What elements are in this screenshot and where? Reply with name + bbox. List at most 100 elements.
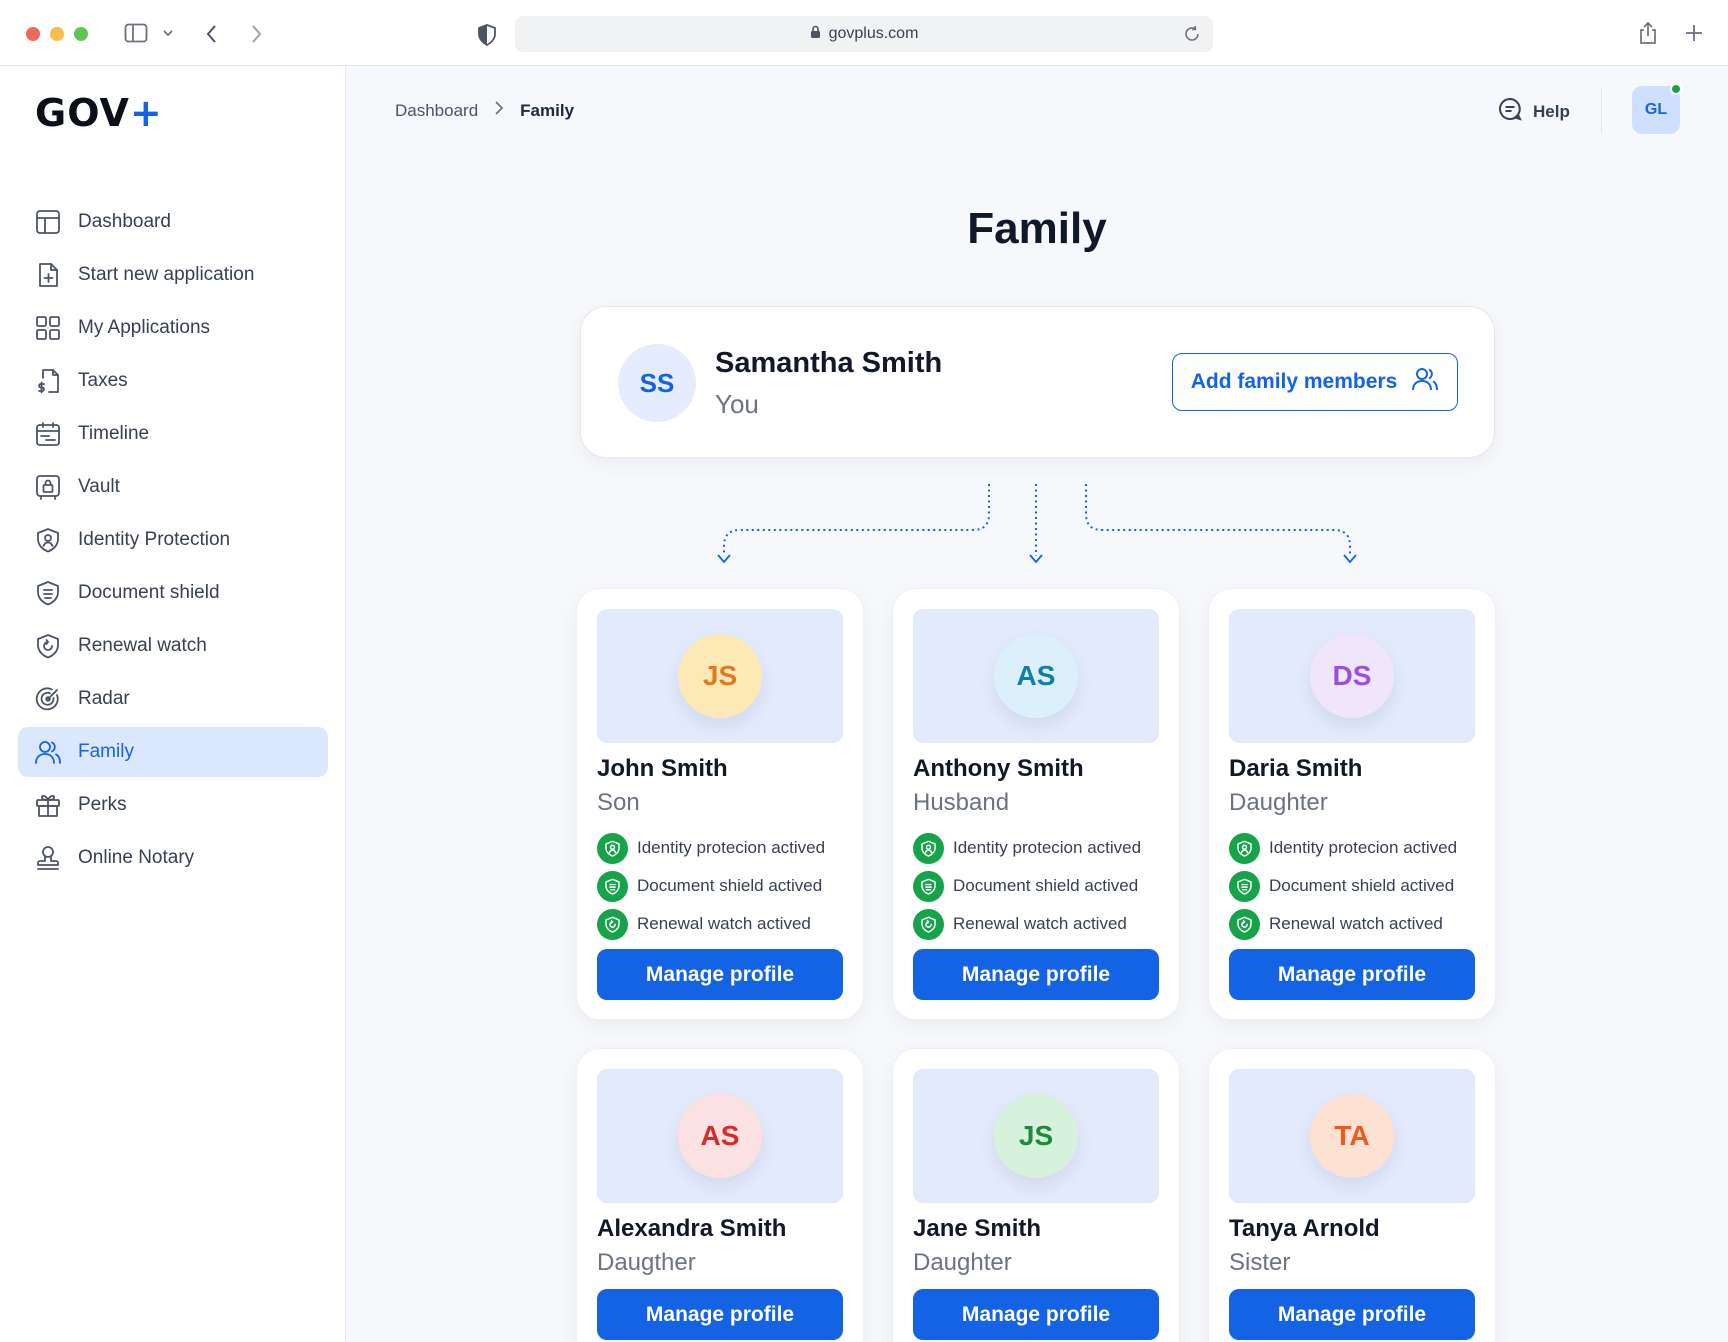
status-label: Document shield actived <box>1269 876 1455 895</box>
family-member-card: DS Daria Smith Daughter Identity protecion … <box>1208 588 1496 1020</box>
arrow-down-icon <box>717 554 731 564</box>
family-member-card: JS John Smith Son Identity protecion active… <box>576 588 864 1020</box>
connector-left <box>723 484 990 556</box>
protection-status-list: Identity protecion actived Document shiel… <box>913 829 1141 943</box>
sidebar-item-timeline[interactable]: Timeline <box>18 409 328 459</box>
lock-icon <box>810 25 821 44</box>
manage-profile-button[interactable]: Manage profile <box>913 949 1159 1000</box>
brand-name: GOV <box>35 91 130 135</box>
manage-profile-button[interactable]: Manage profile <box>1229 949 1475 1000</box>
status-label: Identity protecion actived <box>637 838 826 857</box>
identity-protection-icon <box>913 832 944 864</box>
renewal-shield-icon <box>34 632 62 660</box>
document-shield-icon <box>1229 870 1260 902</box>
status-label: Renewal watch actived <box>637 914 811 933</box>
govplus-logo[interactable]: GOV+ <box>35 91 163 135</box>
reload-icon[interactable] <box>1183 25 1201 48</box>
status-item: Identity protecion actived <box>597 829 825 867</box>
add-family-members-button[interactable]: Add family members <box>1172 353 1458 411</box>
radar-icon <box>34 685 62 713</box>
primary-member-card: SS Samantha Smith You Add family members <box>580 306 1495 458</box>
family-member-card: AS Anthony Smith Husband Identity protecion… <box>892 588 1180 1020</box>
renewal-watch-icon <box>1229 908 1260 940</box>
manage-profile-button[interactable]: Manage profile <box>597 949 843 1000</box>
sidebar-item-taxes[interactable]: Taxes <box>18 356 328 406</box>
status-label: Identity protecion actived <box>1269 838 1458 857</box>
member-avatar: TA <box>1310 1094 1394 1178</box>
sidebar-item-label: Vault <box>78 476 120 497</box>
arrow-down-icon <box>1029 554 1043 564</box>
sidebar-item-label: Identity Protection <box>78 529 231 550</box>
document-shield-icon <box>34 579 62 607</box>
identity-shield-icon <box>34 526 62 554</box>
shield-icon[interactable] <box>477 24 497 46</box>
minimize-window-button[interactable] <box>50 27 64 41</box>
member-role: Daughter <box>913 1249 1012 1276</box>
share-icon[interactable] <box>1638 21 1658 45</box>
sidebar-item-label: Online Notary <box>78 847 195 868</box>
document-shield-icon <box>597 870 628 902</box>
member-role: Daughter <box>1229 789 1328 816</box>
sidebar-item-vault[interactable]: Vault <box>18 462 328 512</box>
breadcrumb-current: Family <box>520 100 575 120</box>
member-avatar-banner: DS <box>1229 609 1475 743</box>
member-role: Daugther <box>597 1249 696 1276</box>
help-chat-icon <box>1497 96 1523 127</box>
member-avatar: DS <box>1310 634 1394 718</box>
browser-toolbar: govplus.com <box>0 0 1728 66</box>
sidebar-item-label: Family <box>78 741 134 762</box>
member-avatar: JS <box>994 1094 1078 1178</box>
forward-icon[interactable] <box>249 23 263 45</box>
sidebar-item-label: Taxes <box>78 370 128 391</box>
new-tab-icon[interactable] <box>1685 24 1703 42</box>
status-item: Renewal watch actived <box>913 905 1141 943</box>
sidebar-item-online-notary[interactable]: Online Notary <box>18 833 328 883</box>
status-label: Document shield actived <box>637 876 823 895</box>
primary-member-name: Samantha Smith <box>715 347 943 379</box>
sidebar-item-start-new-application[interactable]: Start new application <box>18 250 328 300</box>
member-avatar-banner: AS <box>913 609 1159 743</box>
family-icon <box>34 738 62 766</box>
sidebar-toggle-icon[interactable] <box>124 23 148 43</box>
chevron-down-icon[interactable] <box>162 28 174 38</box>
zoom-window-button[interactable] <box>74 27 88 41</box>
member-name: Anthony Smith <box>913 755 1084 782</box>
status-label: Renewal watch actived <box>953 914 1127 933</box>
document-shield-icon <box>913 870 944 902</box>
online-status-dot <box>1670 83 1682 95</box>
sidebar-item-family[interactable]: Family <box>18 727 328 777</box>
notary-icon <box>34 844 62 872</box>
sidebar-item-perks[interactable]: Perks <box>18 780 328 830</box>
sidebar-nav: Dashboard Start new application My Applica… <box>18 197 328 886</box>
page-title: Family <box>967 204 1107 253</box>
identity-protection-icon <box>597 832 628 864</box>
sidebar-item-document-shield[interactable]: Document shield <box>18 568 328 618</box>
sidebar-item-dashboard[interactable]: Dashboard <box>18 197 328 247</box>
member-avatar-banner: JS <box>913 1069 1159 1203</box>
sidebar-item-radar[interactable]: Radar <box>18 674 328 724</box>
dashboard-icon <box>34 208 62 236</box>
manage-profile-button[interactable]: Manage profile <box>913 1289 1159 1340</box>
close-window-button[interactable] <box>26 27 40 41</box>
connector-right <box>1085 484 1351 556</box>
grid-icon <box>34 314 62 342</box>
manage-profile-button[interactable]: Manage profile <box>1229 1289 1475 1340</box>
sidebar-item-label: Document shield <box>78 582 220 603</box>
file-plus-icon <box>34 261 62 289</box>
arrow-down-icon <box>1343 554 1357 564</box>
address-bar[interactable]: govplus.com <box>515 16 1213 52</box>
taxes-icon <box>34 367 62 395</box>
status-item: Document shield actived <box>913 867 1141 905</box>
sidebar-item-label: Perks <box>78 794 127 815</box>
member-name: John Smith <box>597 755 728 782</box>
users-icon <box>1411 366 1439 398</box>
member-name: Tanya Arnold <box>1229 1215 1380 1242</box>
breadcrumb-dashboard-link[interactable]: Dashboard <box>395 101 478 121</box>
header-divider <box>1601 88 1602 134</box>
manage-profile-button[interactable]: Manage profile <box>597 1289 843 1340</box>
help-button[interactable]: Help <box>1497 96 1570 127</box>
sidebar-item-identity-protection[interactable]: Identity Protection <box>18 515 328 565</box>
sidebar-item-renewal-watch[interactable]: Renewal watch <box>18 621 328 671</box>
sidebar-item-my-applications[interactable]: My Applications <box>18 303 328 353</box>
back-icon[interactable] <box>205 23 219 45</box>
